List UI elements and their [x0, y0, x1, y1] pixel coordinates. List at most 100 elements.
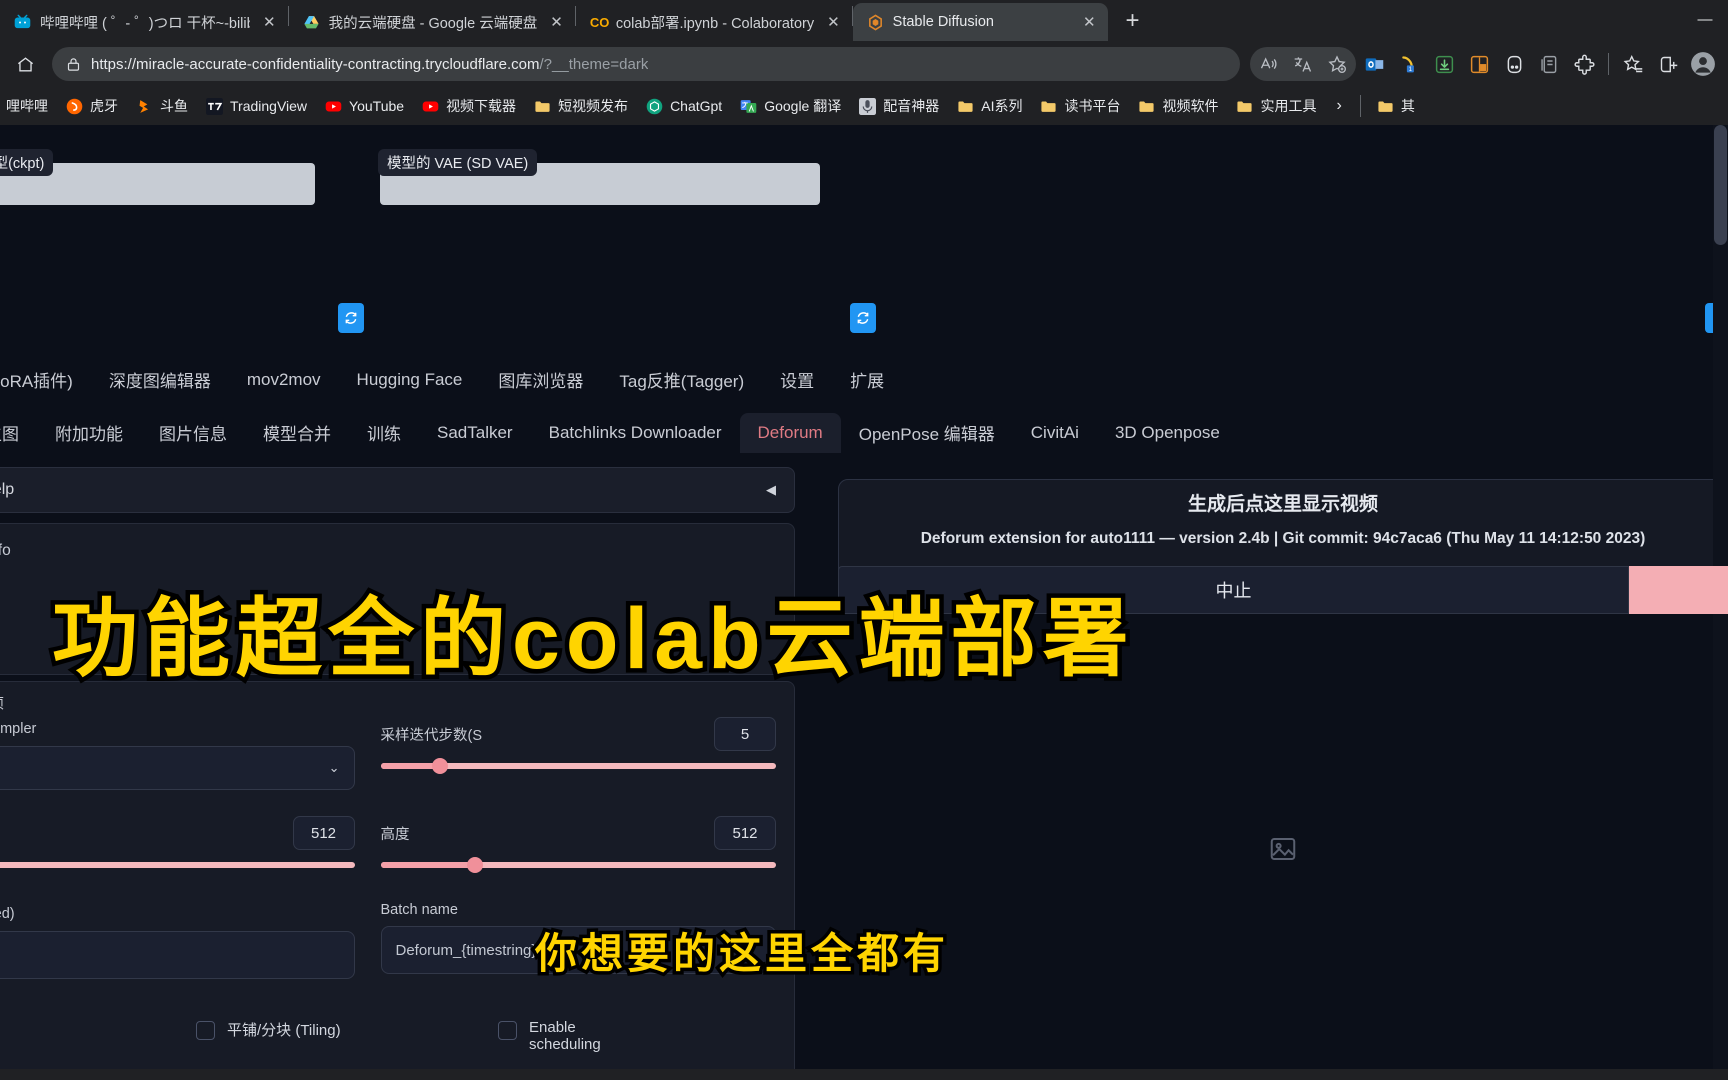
favorites-icon[interactable] — [1616, 47, 1650, 81]
bookmark-douyu[interactable]: 斗鱼 — [128, 92, 196, 120]
bookmark-folder-ai[interactable]: AI系列 — [949, 92, 1030, 120]
steps-label: 采样迭代步数(S — [380, 727, 483, 744]
sampler-select[interactable]: ⌄ — [0, 746, 355, 790]
sampler-steps-row: 去 (Sampler ⌄ 采样迭代步数(S 5 — [0, 717, 776, 790]
bookmark-chatgpt[interactable]: ChatGpt — [638, 94, 730, 119]
outlook-icon[interactable] — [1357, 47, 1391, 81]
collections-icon[interactable] — [1532, 47, 1566, 81]
folder-icon — [1041, 101, 1057, 112]
sd-tab-tagger[interactable]: Tag反推(Tagger) — [601, 357, 762, 402]
page-scrollbar-thumb[interactable] — [1714, 125, 1727, 245]
split-screen-icon[interactable] — [1462, 47, 1496, 81]
bookmark-google-translate[interactable]: Google 翻译 — [732, 92, 849, 120]
bookmark-tradingview[interactable]: TradingView — [198, 94, 315, 119]
browser-tab-bilibili[interactable]: 哔哩哔哩 ( ゜- ゜)つロ 干杯~-bilib ✕ — [0, 3, 288, 41]
bookmark-dubbing[interactable]: 配音神器 — [851, 92, 947, 120]
sd-tab-deforum[interactable]: Deforum — [739, 412, 841, 453]
checkpoint-field[interactable]: n 模型(ckpt) — [0, 149, 315, 205]
height-col: 高度 512 — [380, 816, 776, 873]
height-value-input[interactable]: 512 — [714, 816, 776, 850]
bookmark-youtube[interactable]: YouTube — [317, 94, 412, 119]
checkpoint-label: n 模型(ckpt) — [0, 149, 54, 176]
height-slider-handle[interactable] — [467, 857, 484, 873]
close-icon[interactable]: ✕ — [827, 13, 840, 31]
copilot-icon[interactable] — [1651, 47, 1685, 81]
bookmark-label: 配音神器 — [883, 98, 940, 114]
steps-slider-handle[interactable] — [431, 758, 448, 774]
bookmark-folder-other[interactable]: 其 — [1369, 92, 1423, 120]
download-icon[interactable] — [1427, 47, 1461, 81]
sd-tab-gallery-browser[interactable]: 图库浏览器 — [480, 357, 601, 402]
sd-tab-3d-openpose[interactable]: 3D Openpose — [1097, 413, 1238, 453]
video-output-header: 生成后点这里显示视频 — [1187, 494, 1378, 515]
bookmark-video-downloader[interactable]: 视频下载器 — [414, 92, 524, 120]
bookmark-huya[interactable]: 虎牙 — [58, 92, 126, 120]
browser-tab-stable-diffusion[interactable]: Stable Diffusion ✕ — [852, 3, 1108, 41]
home-icon[interactable] — [8, 47, 42, 81]
tiling-checkbox[interactable] — [196, 1021, 215, 1040]
bookmark-folder-reading[interactable]: 读书平台 — [1032, 92, 1128, 120]
sd-tab-sadtalker[interactable]: SadTalker — [419, 413, 531, 453]
close-icon[interactable]: ✕ — [263, 13, 276, 31]
sd-tab-train[interactable]: 训练 — [349, 410, 419, 455]
sd-tab-mov2mov[interactable]: mov2mov — [229, 360, 339, 400]
accordion-info-help[interactable]: nd Help ◀ — [0, 467, 795, 513]
steps-slider[interactable] — [380, 758, 776, 774]
steps-value-input[interactable]: 5 — [714, 717, 776, 751]
sd-tab-openpose-editor[interactable]: OpenPose 编辑器 — [841, 410, 1013, 455]
sd-tab-lora[interactable]: 洛(LoRA插件) — [0, 357, 91, 402]
browser-tab-colab[interactable]: CO colab部署.ipynb - Colaboratory ✕ — [576, 3, 852, 41]
generate-button[interactable]: 生成 — [1629, 566, 1728, 614]
folder-icon — [958, 101, 973, 112]
folder-icon — [1237, 101, 1253, 112]
bookmark-folder-short-video[interactable]: 短视频发布 — [526, 92, 636, 120]
refresh-checkpoint-button[interactable] — [338, 303, 364, 333]
height-slider[interactable] — [380, 857, 776, 873]
sd-tab-extras[interactable]: 附加功能 — [37, 410, 141, 455]
width-value-input[interactable]: 512 — [292, 816, 355, 850]
read-aloud-icon[interactable] — [1252, 47, 1286, 81]
close-icon[interactable]: ✕ — [1083, 13, 1096, 31]
sd-tab-hugging-face[interactable]: Hugging Face — [339, 360, 481, 400]
width-slider[interactable] — [0, 862, 355, 868]
new-tab-button[interactable]: + — [1116, 4, 1150, 38]
sd-tab-extensions[interactable]: 扩展 — [832, 357, 902, 402]
profile-icon[interactable] — [1686, 47, 1720, 81]
browser-tab-google-drive[interactable]: 我的云端硬盘 - Google 云端硬盘 ✕ — [289, 3, 575, 41]
model-selector-row: n 模型(ckpt) 模型的 VAE (SD VAE) — [0, 125, 1728, 333]
translate-icon[interactable] — [1286, 47, 1320, 81]
toolbar-actions: 1 — [1250, 47, 1720, 81]
colab-icon: CO — [589, 14, 610, 30]
tab-title: 我的云端硬盘 - Google 云端硬盘 — [328, 15, 538, 32]
bookmark-bilibili[interactable]: 哩哔哩 — [6, 92, 56, 120]
tiling-checkbox-row[interactable]: 平铺/分块 (Tiling) — [196, 1019, 446, 1053]
sd-vae-field[interactable]: 模型的 VAE (SD VAE) — [378, 149, 820, 205]
bookmark-folder-utilities[interactable]: 实用工具 — [1228, 92, 1324, 120]
enable-scheduling-label: Enable — [529, 1019, 576, 1036]
seed-input[interactable] — [0, 931, 355, 979]
sd-tab-checkpoint-merger[interactable]: 模型合并 — [245, 410, 349, 455]
refresh-vae-button[interactable] — [850, 303, 876, 333]
browser-essentials-icon[interactable] — [1497, 47, 1531, 81]
close-icon[interactable]: ✕ — [550, 13, 563, 31]
extensions-icon[interactable] — [1567, 47, 1601, 81]
douyu-icon — [139, 99, 149, 113]
sd-tab-img2img[interactable]: 图生图 — [0, 410, 37, 455]
add-favorite-icon[interactable] — [1320, 47, 1354, 81]
sd-tab-civitai[interactable]: CivitAi — [1013, 413, 1097, 453]
sd-tabs-row-secondary: 洛(LoRA插件) 深度图编辑器 mov2mov Hugging Face 图库… — [0, 357, 902, 402]
bookmark-label: 斗鱼 — [160, 98, 188, 114]
shopping-icon[interactable]: 1 — [1392, 47, 1426, 81]
sd-tab-depth-editor[interactable]: 深度图编辑器 — [91, 357, 229, 402]
address-bar-url: https://miracle-accurate-confidentiality… — [91, 55, 649, 73]
minimize-button[interactable]: — — [1682, 11, 1728, 28]
bookmarks-overflow-button[interactable]: › — [1326, 97, 1351, 115]
sd-tab-batchlinks-downloader[interactable]: Batchlinks Downloader — [531, 413, 740, 453]
enable-scheduling-checkbox-row[interactable]: Enable scheduling — [498, 1019, 728, 1053]
enable-scheduling-checkbox[interactable] — [498, 1021, 517, 1040]
image-placeholder-icon — [1270, 838, 1296, 860]
sd-tab-settings[interactable]: 设置 — [762, 357, 832, 402]
bookmark-folder-video-software[interactable]: 视频软件 — [1130, 92, 1226, 120]
sd-tab-png-info[interactable]: 图片信息 — [141, 410, 245, 455]
address-bar[interactable]: https://miracle-accurate-confidentiality… — [52, 47, 1240, 81]
